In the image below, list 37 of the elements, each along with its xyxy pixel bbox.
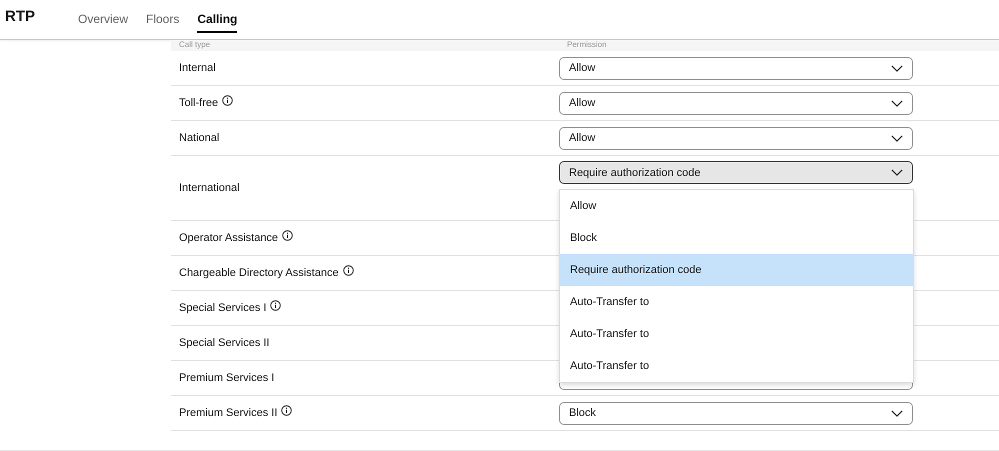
tab[interactable]: Floors: [146, 12, 180, 33]
call-type-label: Chargeable Directory Assistance: [179, 267, 339, 279]
page-title: RTP: [5, 8, 36, 25]
permission-dropdown[interactable]: Allow: [559, 92, 913, 114]
chevron-down-icon: [891, 64, 903, 72]
call-type-label: International: [179, 182, 240, 194]
permission-dropdown[interactable]: Allow: [559, 56, 913, 80]
call-type-label: Special Services II: [179, 337, 270, 349]
dropdown-option[interactable]: Auto-Transfer to: [560, 286, 913, 318]
permission-dropdown[interactable]: Require authorization code: [559, 161, 913, 184]
dropdown-option[interactable]: Block: [560, 222, 913, 254]
permission-dropdown[interactable]: Allow: [559, 126, 913, 150]
dropdown-option[interactable]: Allow: [560, 190, 913, 222]
call-type-label: Operator Assistance: [179, 232, 278, 244]
chevron-down-icon: [891, 134, 903, 142]
tab[interactable]: Calling: [197, 12, 238, 33]
chevron-down-icon: [891, 169, 903, 176]
column-header: Permission: [566, 40, 608, 51]
dropdown-option[interactable]: Require authorization code: [560, 254, 913, 286]
call-type-label: Special Services I: [179, 302, 266, 314]
info-icon[interactable]: [222, 94, 234, 106]
info-icon[interactable]: [281, 404, 292, 416]
permission-dropdown[interactable]: Block: [559, 402, 913, 424]
info-icon[interactable]: [342, 264, 354, 276]
call-type-label: Premium Services I: [179, 372, 274, 384]
call-type-label: National: [179, 132, 220, 144]
dropdown-option[interactable]: Auto-Transfer to: [560, 318, 913, 350]
column-header: Call type: [178, 40, 212, 51]
chevron-down-icon: [891, 410, 903, 416]
chevron-down-icon: [891, 100, 903, 106]
call-type-label: Premium Services II: [179, 407, 278, 419]
call-type-label: Internal: [179, 62, 216, 74]
tab[interactable]: Overview: [78, 12, 128, 33]
dropdown-option[interactable]: Auto-Transfer to: [560, 350, 913, 382]
info-icon[interactable]: [282, 230, 294, 240]
info-icon[interactable]: [270, 300, 282, 310]
call-type-label: Toll-free: [179, 97, 218, 109]
